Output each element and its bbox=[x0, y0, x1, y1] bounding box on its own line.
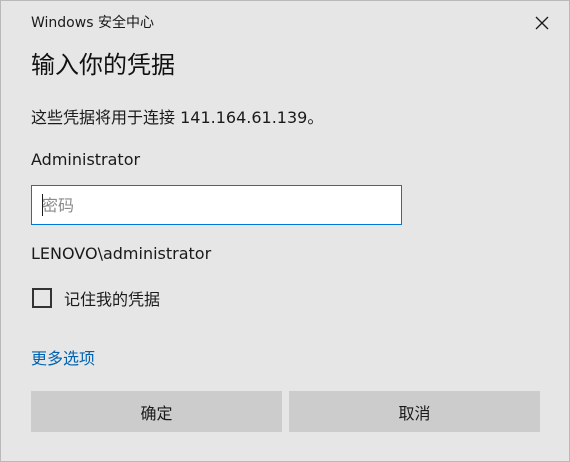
text-cursor bbox=[42, 194, 43, 216]
username-label: Administrator bbox=[31, 150, 141, 169]
dialog-heading: 输入你的凭据 bbox=[31, 51, 175, 79]
ok-button[interactable]: 确定 bbox=[31, 391, 282, 432]
remember-credentials-option[interactable]: 记住我的凭据 bbox=[32, 286, 160, 310]
window-title: Windows 安全中心 bbox=[31, 15, 154, 31]
domain-user-label: LENOVO\administrator bbox=[31, 244, 212, 263]
cancel-button[interactable]: 取消 bbox=[289, 391, 540, 432]
more-options-link[interactable]: 更多选项 bbox=[31, 345, 95, 369]
close-button[interactable] bbox=[527, 9, 557, 37]
password-input[interactable] bbox=[31, 185, 402, 225]
close-icon bbox=[535, 16, 549, 30]
remember-credentials-checkbox[interactable] bbox=[32, 288, 52, 308]
remember-credentials-label: 记住我的凭据 bbox=[64, 290, 161, 309]
credential-dialog: Windows 安全中心 输入你的凭据 这些凭据将用于连接 141.164.61… bbox=[0, 0, 570, 462]
connection-description: 这些凭据将用于连接 141.164.61.139。 bbox=[31, 108, 324, 127]
